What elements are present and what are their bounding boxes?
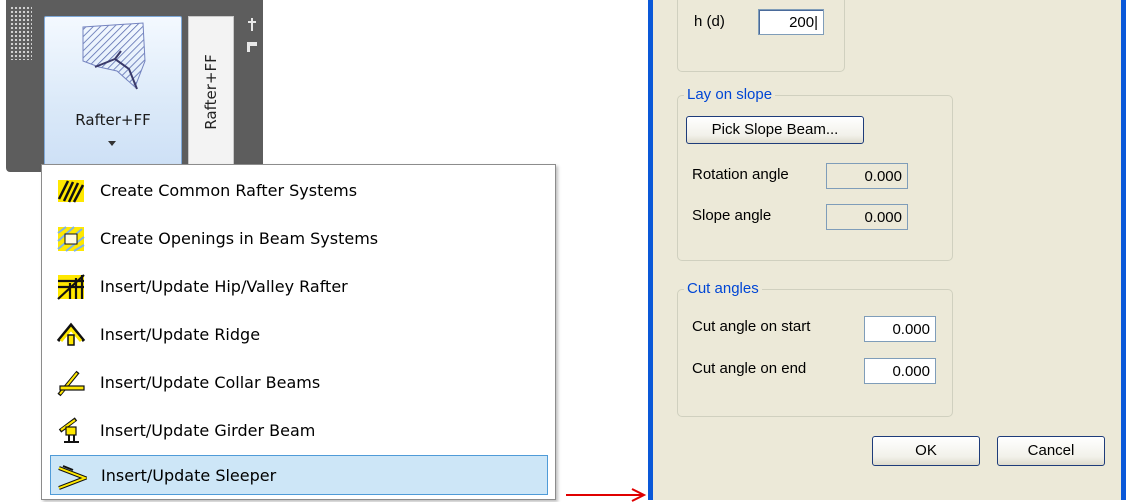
ridge-icon bbox=[56, 322, 86, 346]
rafter-ff-split-button[interactable]: Rafter+FF bbox=[44, 16, 182, 168]
girder-beam-icon bbox=[58, 417, 79, 443]
h-label: h (d) bbox=[694, 13, 725, 30]
menu-item-girder-beam[interactable]: Insert/Update Girder Beam bbox=[50, 411, 548, 451]
cut-angle-end-label: Cut angle on end bbox=[692, 360, 807, 377]
cut-angles-group: Cut angles Cut angle on start 0.000 Cut … bbox=[677, 280, 953, 417]
sleeper-icon bbox=[58, 465, 87, 490]
rafter-systems-icon bbox=[57, 180, 85, 203]
openings-icon bbox=[57, 226, 85, 252]
pick-slope-beam-button[interactable]: Pick Slope Beam... bbox=[686, 116, 864, 144]
menu-item-hip-valley-rafter[interactable]: Insert/Update Hip/Valley Rafter bbox=[50, 267, 548, 307]
menu-item-label: Insert/Update Girder Beam bbox=[100, 421, 316, 440]
ribbon-panel: Rafter+FF Rafter+FF bbox=[6, 0, 263, 172]
cut-angles-title: Cut angles bbox=[684, 280, 762, 298]
menu-item-label: Insert/Update Hip/Valley Rafter bbox=[100, 277, 348, 296]
cancel-button[interactable]: Cancel bbox=[997, 436, 1105, 466]
lay-on-slope-title: Lay on slope bbox=[684, 86, 776, 104]
menu-item-label: Create Common Rafter Systems bbox=[100, 181, 358, 200]
sleeper-dialog: h (d) 200| Lay on slope Pick Slope Beam.… bbox=[653, 0, 1121, 500]
cut-angle-start-input[interactable]: 0.000 bbox=[864, 316, 936, 342]
dialog-frame-right bbox=[1121, 0, 1126, 500]
menu-item-label: Insert/Update Collar Beams bbox=[100, 373, 321, 392]
menu-item-create-openings[interactable]: Create Openings in Beam Systems bbox=[50, 219, 548, 259]
collar-beams-icon bbox=[57, 370, 85, 397]
menu-item-label: Create Openings in Beam Systems bbox=[100, 229, 379, 248]
dimensions-group: h (d) 200| bbox=[677, 0, 845, 72]
menu-item-create-common-rafter-systems[interactable]: Create Common Rafter Systems bbox=[50, 171, 548, 211]
menu-item-collar-beams[interactable]: Insert/Update Collar Beams bbox=[50, 363, 548, 403]
panel-grip-handle[interactable] bbox=[10, 6, 32, 60]
rafter-dropdown-menu: Create Common Rafter Systems Create Open… bbox=[41, 164, 556, 500]
rotation-angle-label: Rotation angle bbox=[692, 166, 789, 183]
cut-angle-start-label: Cut angle on start bbox=[692, 318, 811, 335]
rafter-hatch-icon bbox=[82, 22, 146, 90]
menu-item-ridge[interactable]: Insert/Update Ridge bbox=[50, 315, 548, 355]
h-value: 200 bbox=[789, 14, 815, 31]
vertical-tab-label: Rafter+FF bbox=[202, 54, 220, 130]
cut-angle-end-input[interactable]: 0.000 bbox=[864, 358, 936, 384]
slope-angle-field: 0.000 bbox=[826, 204, 908, 230]
lay-on-slope-group: Lay on slope Pick Slope Beam... Rotation… bbox=[677, 86, 953, 261]
h-input[interactable]: 200| bbox=[758, 9, 824, 35]
rotation-angle-field: 0.000 bbox=[826, 163, 908, 189]
slope-angle-label: Slope angle bbox=[692, 207, 772, 224]
hip-valley-icon bbox=[57, 274, 85, 300]
menu-item-label: Insert/Update Ridge bbox=[100, 325, 261, 344]
vertical-panel-tab[interactable]: Rafter+FF bbox=[188, 16, 234, 168]
menu-item-sleeper[interactable]: Insert/Update Sleeper bbox=[50, 455, 548, 495]
ok-button[interactable]: OK bbox=[872, 436, 980, 466]
pin-icon[interactable] bbox=[247, 18, 257, 32]
chevron-down-icon bbox=[108, 141, 116, 146]
restore-panel-icon[interactable] bbox=[247, 42, 257, 52]
menu-item-label: Insert/Update Sleeper bbox=[101, 466, 277, 485]
big-button-label: Rafter+FF bbox=[75, 111, 151, 129]
